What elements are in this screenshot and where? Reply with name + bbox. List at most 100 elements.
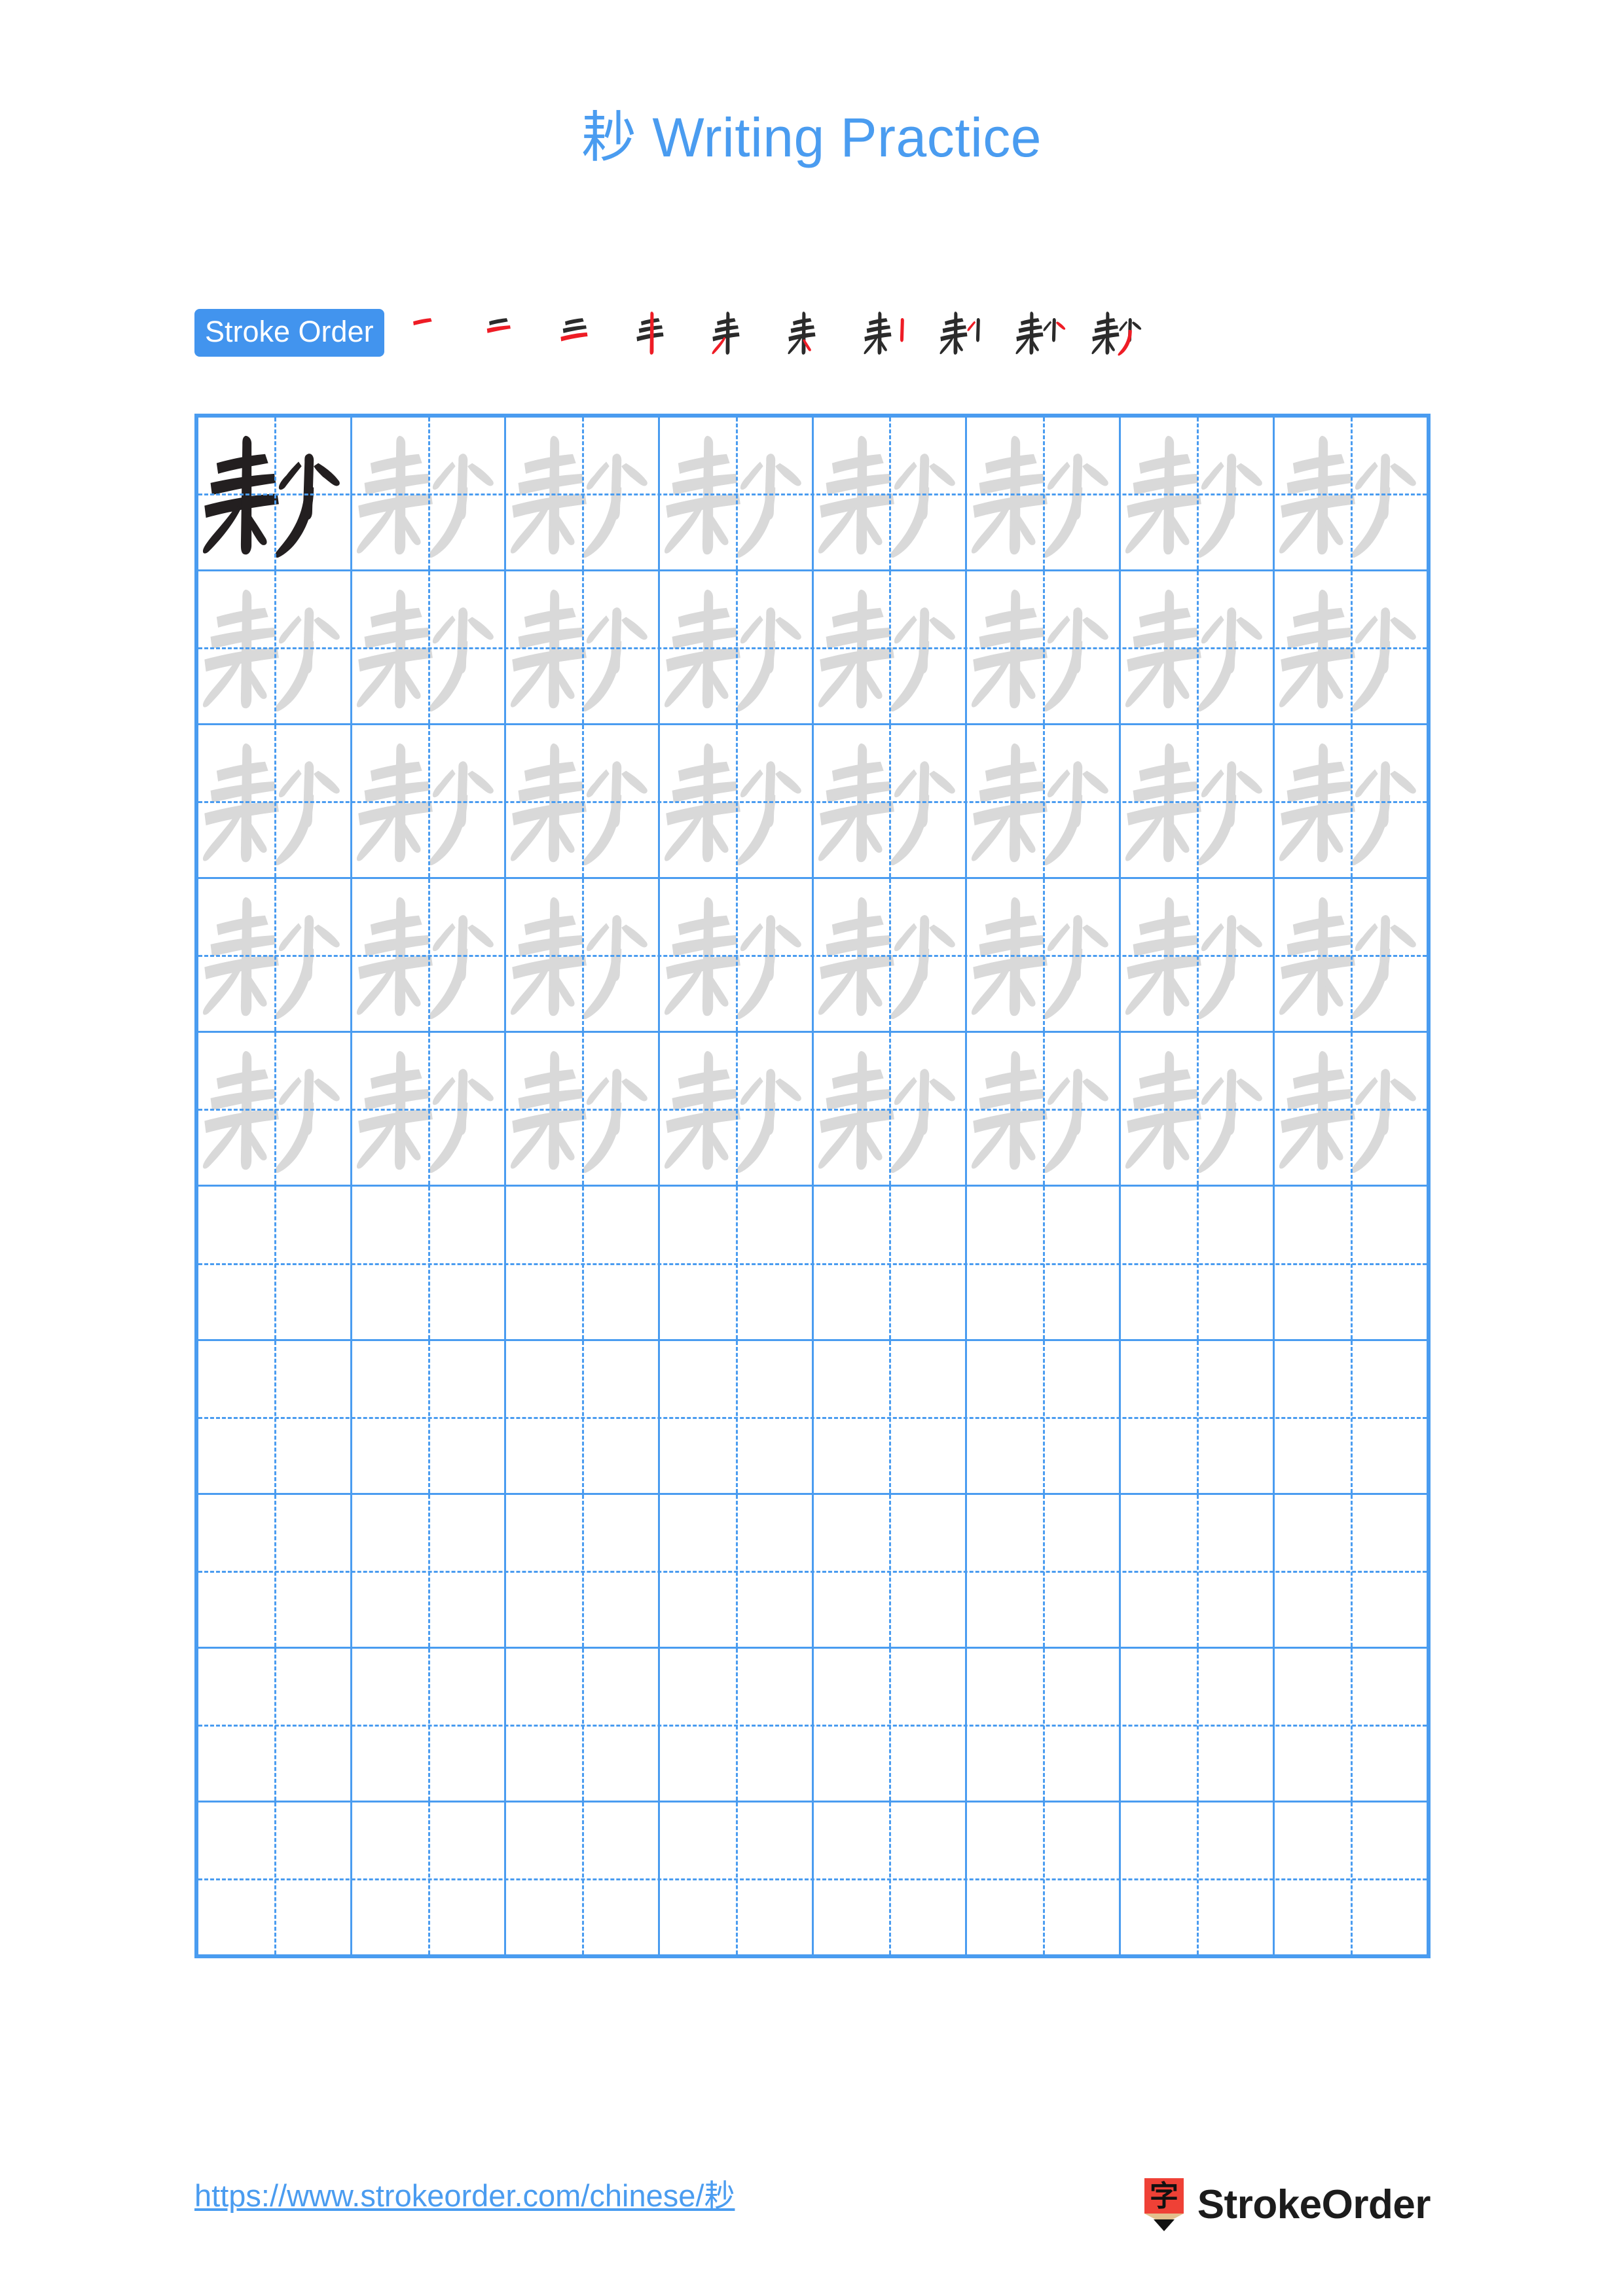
practice-cell[interactable] (198, 1187, 352, 1339)
practice-cell[interactable] (814, 418, 968, 570)
practice-cell[interactable] (814, 1033, 968, 1185)
practice-cell[interactable] (1275, 1340, 1427, 1493)
practice-cell[interactable] (814, 1340, 968, 1493)
practice-grid (194, 414, 1431, 1958)
practice-cell[interactable] (1121, 1648, 1275, 1801)
practice-cell[interactable] (660, 1494, 814, 1647)
practice-cell[interactable] (1275, 1648, 1427, 1801)
practice-cell[interactable] (1121, 571, 1275, 724)
practice-cell[interactable] (352, 1187, 506, 1339)
practice-cell[interactable] (660, 571, 814, 724)
practice-cell[interactable] (814, 879, 968, 1031)
practice-cell[interactable] (198, 1494, 352, 1647)
practice-cell[interactable] (352, 418, 506, 570)
practice-cell[interactable] (967, 1648, 1122, 1801)
source-url-link[interactable]: https://www.strokeorder.com/chinese/耖 (194, 2180, 735, 2211)
practice-cell[interactable] (1275, 1494, 1427, 1647)
practice-cell[interactable] (198, 1802, 352, 1954)
practice-cell[interactable] (660, 1187, 814, 1339)
trace-character (660, 879, 812, 1031)
practice-cell[interactable] (1275, 1033, 1427, 1185)
practice-cell[interactable] (660, 1648, 814, 1801)
practice-cell[interactable] (506, 1033, 660, 1185)
practice-cell[interactable] (506, 1802, 660, 1954)
practice-cell[interactable] (352, 571, 506, 724)
practice-row (198, 1802, 1427, 1954)
practice-cell[interactable] (967, 571, 1122, 724)
practice-cell[interactable] (1121, 1033, 1275, 1185)
practice-cell[interactable] (1275, 1802, 1427, 1954)
practice-cell[interactable] (198, 879, 352, 1031)
practice-cell[interactable] (198, 1648, 352, 1801)
trace-character (1275, 879, 1427, 1031)
trace-character (198, 1033, 350, 1185)
practice-cell[interactable] (1121, 879, 1275, 1031)
practice-cell[interactable] (814, 725, 968, 878)
practice-cell[interactable] (814, 1802, 968, 1954)
practice-cell[interactable] (967, 725, 1122, 878)
practice-cell[interactable] (660, 418, 814, 570)
practice-cell[interactable] (1121, 725, 1275, 878)
practice-cell[interactable] (1275, 725, 1427, 878)
practice-cell[interactable] (1121, 1494, 1275, 1647)
practice-cell[interactable] (967, 1340, 1122, 1493)
practice-cell[interactable] (1275, 1187, 1427, 1339)
practice-cell[interactable] (814, 1648, 968, 1801)
practice-cell[interactable] (1275, 571, 1427, 724)
practice-cell[interactable] (352, 879, 506, 1031)
practice-cell[interactable] (506, 418, 660, 570)
practice-cell[interactable] (352, 1648, 506, 1801)
trace-character (967, 879, 1119, 1031)
practice-cell[interactable] (352, 1340, 506, 1493)
practice-cell[interactable] (198, 1033, 352, 1185)
practice-cell[interactable] (352, 1802, 506, 1954)
trace-character (352, 725, 504, 877)
practice-cell[interactable] (352, 725, 506, 878)
practice-cell[interactable] (660, 879, 814, 1031)
practice-cell[interactable] (198, 725, 352, 878)
practice-cell[interactable] (967, 879, 1122, 1031)
practice-row (198, 879, 1427, 1033)
practice-cell[interactable] (506, 1340, 660, 1493)
practice-cell[interactable] (967, 1033, 1122, 1185)
trace-character (352, 418, 504, 569)
trace-character (1275, 1033, 1427, 1185)
practice-cell[interactable] (814, 1187, 968, 1339)
page-title-text: 耖 Writing Practice (581, 107, 1042, 168)
practice-cell[interactable] (660, 725, 814, 878)
practice-cell[interactable] (967, 418, 1122, 570)
practice-cell[interactable] (506, 1187, 660, 1339)
practice-cell[interactable] (506, 725, 660, 878)
trace-character (967, 725, 1119, 877)
practice-cell[interactable] (352, 1494, 506, 1647)
practice-cell[interactable] (1121, 1802, 1275, 1954)
practice-cell[interactable] (198, 571, 352, 724)
practice-cell[interactable] (660, 1802, 814, 1954)
practice-cell[interactable] (660, 1340, 814, 1493)
practice-cell[interactable] (1121, 1340, 1275, 1493)
practice-cell[interactable] (1275, 418, 1427, 570)
practice-cell[interactable] (198, 1340, 352, 1493)
practice-cell[interactable] (1275, 879, 1427, 1031)
practice-cell[interactable] (506, 1648, 660, 1801)
practice-cell[interactable] (814, 1494, 968, 1647)
practice-cell[interactable] (506, 1494, 660, 1647)
svg-text:字: 字 (1150, 2179, 1178, 2213)
trace-character (814, 879, 966, 1031)
practice-cell[interactable] (967, 1187, 1122, 1339)
practice-cell[interactable] (1121, 418, 1275, 570)
practice-cell[interactable] (352, 1033, 506, 1185)
practice-cell[interactable] (506, 571, 660, 724)
practice-row (198, 1340, 1427, 1495)
practice-cell[interactable] (506, 879, 660, 1031)
trace-character (1275, 571, 1427, 723)
trace-character (814, 1033, 966, 1185)
practice-cell[interactable] (814, 571, 968, 724)
trace-character (352, 1033, 504, 1185)
practice-cell[interactable] (967, 1494, 1122, 1647)
practice-cell[interactable] (660, 1033, 814, 1185)
practice-cell[interactable] (1121, 1187, 1275, 1339)
practice-cell[interactable] (198, 418, 352, 570)
practice-cell[interactable] (967, 1802, 1122, 1954)
trace-character (1275, 725, 1427, 877)
